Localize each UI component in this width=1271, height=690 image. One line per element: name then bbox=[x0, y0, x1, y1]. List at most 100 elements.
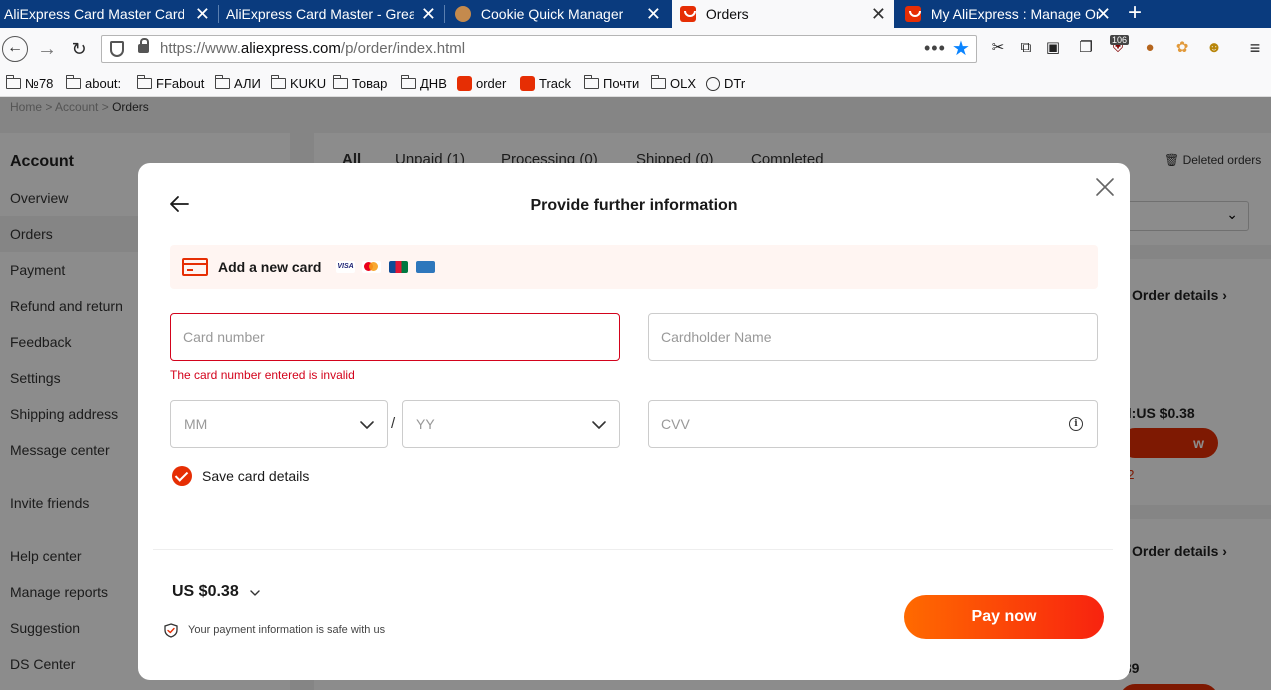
close-tab-icon[interactable]: ✕ bbox=[421, 0, 436, 28]
folder-icon bbox=[650, 75, 666, 89]
cookie-icon bbox=[455, 6, 471, 22]
folder-icon bbox=[5, 75, 21, 89]
expiry-year-select[interactable]: YY bbox=[402, 400, 620, 448]
folder-icon bbox=[65, 75, 81, 89]
add-card-label: Add a new card bbox=[218, 259, 322, 275]
bookmark-folder[interactable]: KUKU bbox=[270, 74, 327, 94]
extension-badge: 106 bbox=[1110, 35, 1130, 45]
cvv-field[interactable]: i bbox=[648, 400, 1098, 448]
bookmark-link[interactable]: Track bbox=[520, 74, 571, 94]
globe-icon bbox=[706, 77, 720, 91]
folder-icon bbox=[400, 75, 416, 89]
total-price[interactable]: US $0.38 bbox=[172, 583, 239, 601]
close-icon[interactable] bbox=[1094, 176, 1116, 198]
folder-icon bbox=[270, 75, 286, 89]
bookmark-star-icon[interactable]: ★ bbox=[952, 36, 970, 62]
bookmark-label: order bbox=[476, 76, 507, 91]
bookmark-folder[interactable]: OLX bbox=[650, 74, 697, 94]
visa-icon: VISA bbox=[336, 261, 355, 273]
tab-separator bbox=[444, 5, 445, 23]
copy-icon[interactable]: ⧉ bbox=[1016, 38, 1036, 58]
browser-tab[interactable]: AliExpress Card Master Cards - C ✕ bbox=[0, 0, 218, 28]
cookie-manager-icon[interactable]: ● bbox=[1140, 38, 1160, 58]
url-text[interactable]: https://www.aliexpress.com/p/order/index… bbox=[160, 36, 465, 62]
lock-icon[interactable] bbox=[138, 38, 149, 53]
reload-icon[interactable]: ↻ bbox=[66, 36, 92, 62]
aliexpress-icon bbox=[680, 6, 696, 22]
date-separator: / bbox=[391, 415, 396, 432]
month-placeholder: MM bbox=[184, 416, 208, 432]
info-icon[interactable]: i bbox=[1069, 417, 1083, 431]
chevron-down-icon bbox=[360, 421, 374, 429]
cut-icon[interactable]: ✂ bbox=[988, 38, 1008, 58]
url-path: /p/order/index.html bbox=[340, 40, 466, 57]
bookmark-link[interactable]: order bbox=[457, 74, 506, 94]
aliexpress-icon bbox=[520, 76, 535, 91]
bookmark-folder[interactable]: ДНВ bbox=[400, 74, 447, 94]
card-number-field[interactable] bbox=[170, 313, 620, 361]
browser-tab-title: My AliExpress : Manage Orde bbox=[930, 6, 1099, 22]
bookmark-folder[interactable]: about: bbox=[65, 74, 122, 94]
greasemonkey-icon[interactable]: ☻ bbox=[1204, 38, 1224, 58]
new-tab-icon[interactable]: + bbox=[1122, 0, 1148, 28]
url-bar[interactable]: https://www.aliexpress.com/p/order/index… bbox=[101, 35, 977, 63]
cardholder-name-field[interactable] bbox=[648, 313, 1098, 361]
jcb-icon bbox=[389, 261, 408, 273]
url-prefix: https://www. bbox=[160, 40, 241, 57]
browser-tab-bar: AliExpress Card Master Cards - C ✕ AliEx… bbox=[0, 0, 1271, 28]
bookmark-label: DTr bbox=[724, 76, 746, 91]
bookmark-label: Почти bbox=[603, 76, 640, 91]
bookmarks-bar: №78 about: FFabout АЛИ KUKU Товар ДНВ or… bbox=[0, 70, 1271, 97]
folder-icon bbox=[583, 75, 599, 89]
close-tab-icon[interactable]: ✕ bbox=[871, 0, 886, 28]
modal-title: Provide further information bbox=[530, 197, 738, 214]
cardholder-name-input[interactable] bbox=[649, 314, 1097, 360]
save-card-checkbox[interactable] bbox=[172, 466, 192, 486]
bookmark-folder[interactable]: Товар bbox=[332, 74, 388, 94]
expiry-month-select[interactable]: MM bbox=[170, 400, 388, 448]
page-actions-icon[interactable]: ••• bbox=[924, 36, 946, 60]
payment-info-modal: Provide further information Add a new ca… bbox=[138, 163, 1130, 680]
close-tab-icon[interactable]: ✕ bbox=[195, 0, 210, 28]
forward-arrow-icon[interactable]: → bbox=[34, 36, 60, 62]
url-domain: aliexpress.com bbox=[240, 40, 341, 57]
credit-card-icon bbox=[182, 258, 208, 276]
pay-now-button[interactable]: Pay now bbox=[904, 595, 1104, 639]
extension-icon[interactable]: ✿ bbox=[1172, 38, 1192, 58]
bookmark-folder[interactable]: №78 bbox=[5, 74, 53, 94]
bookmark-label: Товар bbox=[352, 76, 388, 91]
bookmark-folder[interactable]: АЛИ bbox=[214, 74, 261, 94]
paste-icon[interactable]: ▣ bbox=[1043, 38, 1063, 58]
close-tab-icon[interactable]: ✕ bbox=[1096, 0, 1111, 28]
folder-icon bbox=[136, 75, 152, 89]
card-number-input[interactable] bbox=[171, 314, 619, 360]
clipboard-icon[interactable]: ❐ bbox=[1076, 38, 1096, 58]
bookmark-folder[interactable]: FFabout bbox=[136, 74, 204, 94]
cvv-input[interactable] bbox=[649, 401, 1097, 447]
browser-tab-title: AliExpress Card Master - Grease bbox=[226, 6, 414, 22]
bookmark-link[interactable]: DTr bbox=[706, 74, 745, 94]
chevron-down-icon[interactable] bbox=[248, 586, 262, 600]
close-tab-icon[interactable]: ✕ bbox=[646, 0, 661, 28]
aliexpress-icon bbox=[905, 6, 921, 22]
menu-icon[interactable]: ≡ bbox=[1245, 38, 1265, 58]
browser-tab-active[interactable]: Orders ✕ bbox=[672, 0, 894, 28]
tab-separator bbox=[218, 5, 219, 23]
browser-tab[interactable]: Cookie Quick Manager ✕ bbox=[447, 0, 669, 28]
year-placeholder: YY bbox=[416, 416, 435, 432]
browser-tab[interactable]: AliExpress Card Master - Grease ✕ bbox=[222, 0, 444, 28]
bookmark-label: АЛИ bbox=[234, 76, 261, 91]
bookmark-label: KUKU bbox=[290, 76, 327, 91]
browser-tab-title: Cookie Quick Manager bbox=[480, 6, 624, 22]
cart-icon bbox=[457, 76, 472, 91]
bookmark-label: OLX bbox=[670, 76, 697, 91]
bookmark-folder[interactable]: Почти bbox=[583, 74, 640, 94]
payment-safe-note: Your payment information is safe with us bbox=[188, 624, 386, 636]
mastercard-icon bbox=[362, 261, 381, 273]
tracking-shield-icon[interactable] bbox=[110, 41, 124, 57]
browser-tab[interactable]: My AliExpress : Manage Orde ✕ bbox=[897, 0, 1119, 28]
back-arrow-icon[interactable]: ← bbox=[2, 36, 28, 62]
bookmark-label: about: bbox=[85, 76, 122, 91]
folder-icon bbox=[214, 75, 230, 89]
save-card-label[interactable]: Save card details bbox=[202, 468, 309, 484]
